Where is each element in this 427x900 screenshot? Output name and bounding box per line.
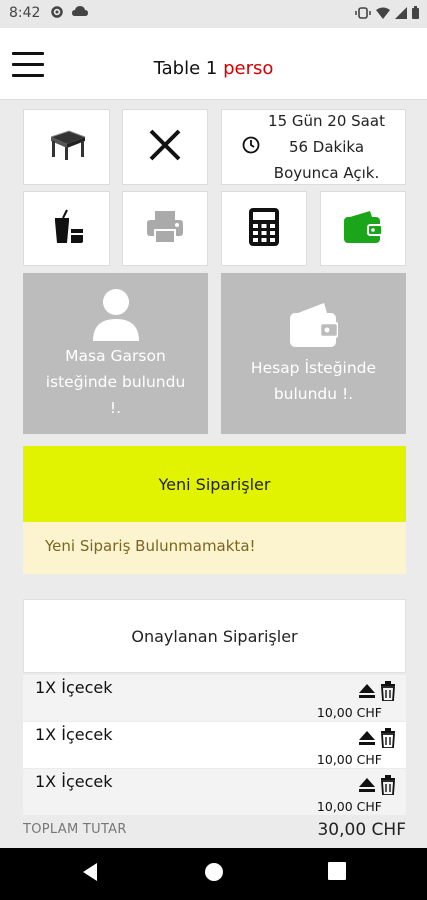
calculator-icon (249, 207, 279, 250)
open-duration-text: 15 Gün 20 Saat 56 Dakika Boyunca Açık. (268, 108, 385, 186)
open-duration-line-3: Boyunca Açık. (273, 164, 380, 182)
signal-icon (395, 6, 407, 23)
gear-icon (50, 5, 64, 23)
eject-icon[interactable] (358, 730, 376, 750)
printer-icon (146, 210, 184, 248)
order-row: 1X İçecek 10,00 CHF (23, 675, 406, 721)
page-title: Table 1 perso (0, 58, 427, 79)
back-icon[interactable] (81, 862, 99, 886)
new-orders-header: Yeni Siparişler (23, 446, 406, 522)
drinks-button[interactable] (23, 191, 110, 266)
order-row: 1X İçecek 10,00 CHF (23, 722, 406, 768)
order-item-price: 10,00 CHF (316, 799, 382, 814)
order-item-price: 10,00 CHF (316, 752, 382, 767)
order-item-price: 10,00 CHF (316, 705, 382, 720)
approved-orders-header: Onaylanan Siparişler (23, 599, 406, 673)
open-duration-line-2: 56 Dakika (288, 138, 365, 156)
battery-icon (412, 6, 419, 23)
trash-icon[interactable] (380, 775, 396, 799)
print-button[interactable] (122, 191, 208, 266)
no-new-orders-message: Yeni Sipariş Bulunmamakta! (23, 522, 406, 574)
eject-icon[interactable] (358, 683, 376, 703)
page-title-main: Table 1 (153, 58, 218, 79)
waiter-request-line-2: isteğinde bulundu (45, 373, 186, 391)
hamburger-icon (12, 52, 44, 55)
order-row: 1X İçecek 10,00 CHF (23, 769, 406, 815)
page-title-accent: perso (223, 58, 274, 79)
app-bar: Table 1 perso (0, 28, 427, 100)
home-icon[interactable] (204, 862, 224, 886)
vibrate-icon (355, 6, 371, 23)
close-icon (147, 127, 183, 167)
status-time: 8:42 (9, 5, 41, 21)
close-table-button[interactable] (122, 109, 208, 185)
total-label: TOPLAM TUTAR (23, 822, 127, 837)
status-bar: 8:42 (0, 0, 427, 28)
drink-icon (49, 209, 85, 249)
trash-icon[interactable] (380, 681, 396, 705)
open-duration-panel: 15 Gün 20 Saat 56 Dakika Boyunca Açık. (221, 109, 406, 185)
table-icon (47, 129, 87, 165)
user-icon (23, 287, 208, 341)
recents-icon[interactable] (328, 862, 346, 884)
table-button[interactable] (23, 109, 110, 185)
clock-icon (242, 136, 260, 158)
eject-icon[interactable] (358, 777, 376, 797)
wallet-icon (344, 210, 383, 247)
order-item-name: 1X İçecek (35, 772, 113, 791)
waiter-request-card[interactable]: Masa Garson isteğinde bulundu !. (23, 273, 208, 434)
waiter-request-line-3: !. (109, 399, 122, 417)
order-item-name: 1X İçecek (35, 678, 113, 697)
wallet-button[interactable] (320, 191, 406, 266)
wifi-icon (376, 7, 390, 23)
trash-icon[interactable] (380, 728, 396, 752)
order-item-name: 1X İçecek (35, 725, 113, 744)
total-value: 30,00 CHF (317, 820, 406, 840)
bill-request-line-2: bulundu !. (273, 385, 354, 403)
open-duration-line-1: 15 Gün 20 Saat (268, 112, 385, 130)
bill-request-line-1: Hesap İsteğinde (250, 359, 377, 377)
cloud-icon (72, 5, 88, 23)
calculator-button[interactable] (221, 191, 307, 266)
wallet-icon (221, 303, 406, 347)
system-nav-bar (0, 848, 427, 900)
bill-request-card[interactable]: Hesap İsteğinde bulundu !. (221, 273, 406, 434)
waiter-request-line-1: Masa Garson (65, 347, 166, 365)
